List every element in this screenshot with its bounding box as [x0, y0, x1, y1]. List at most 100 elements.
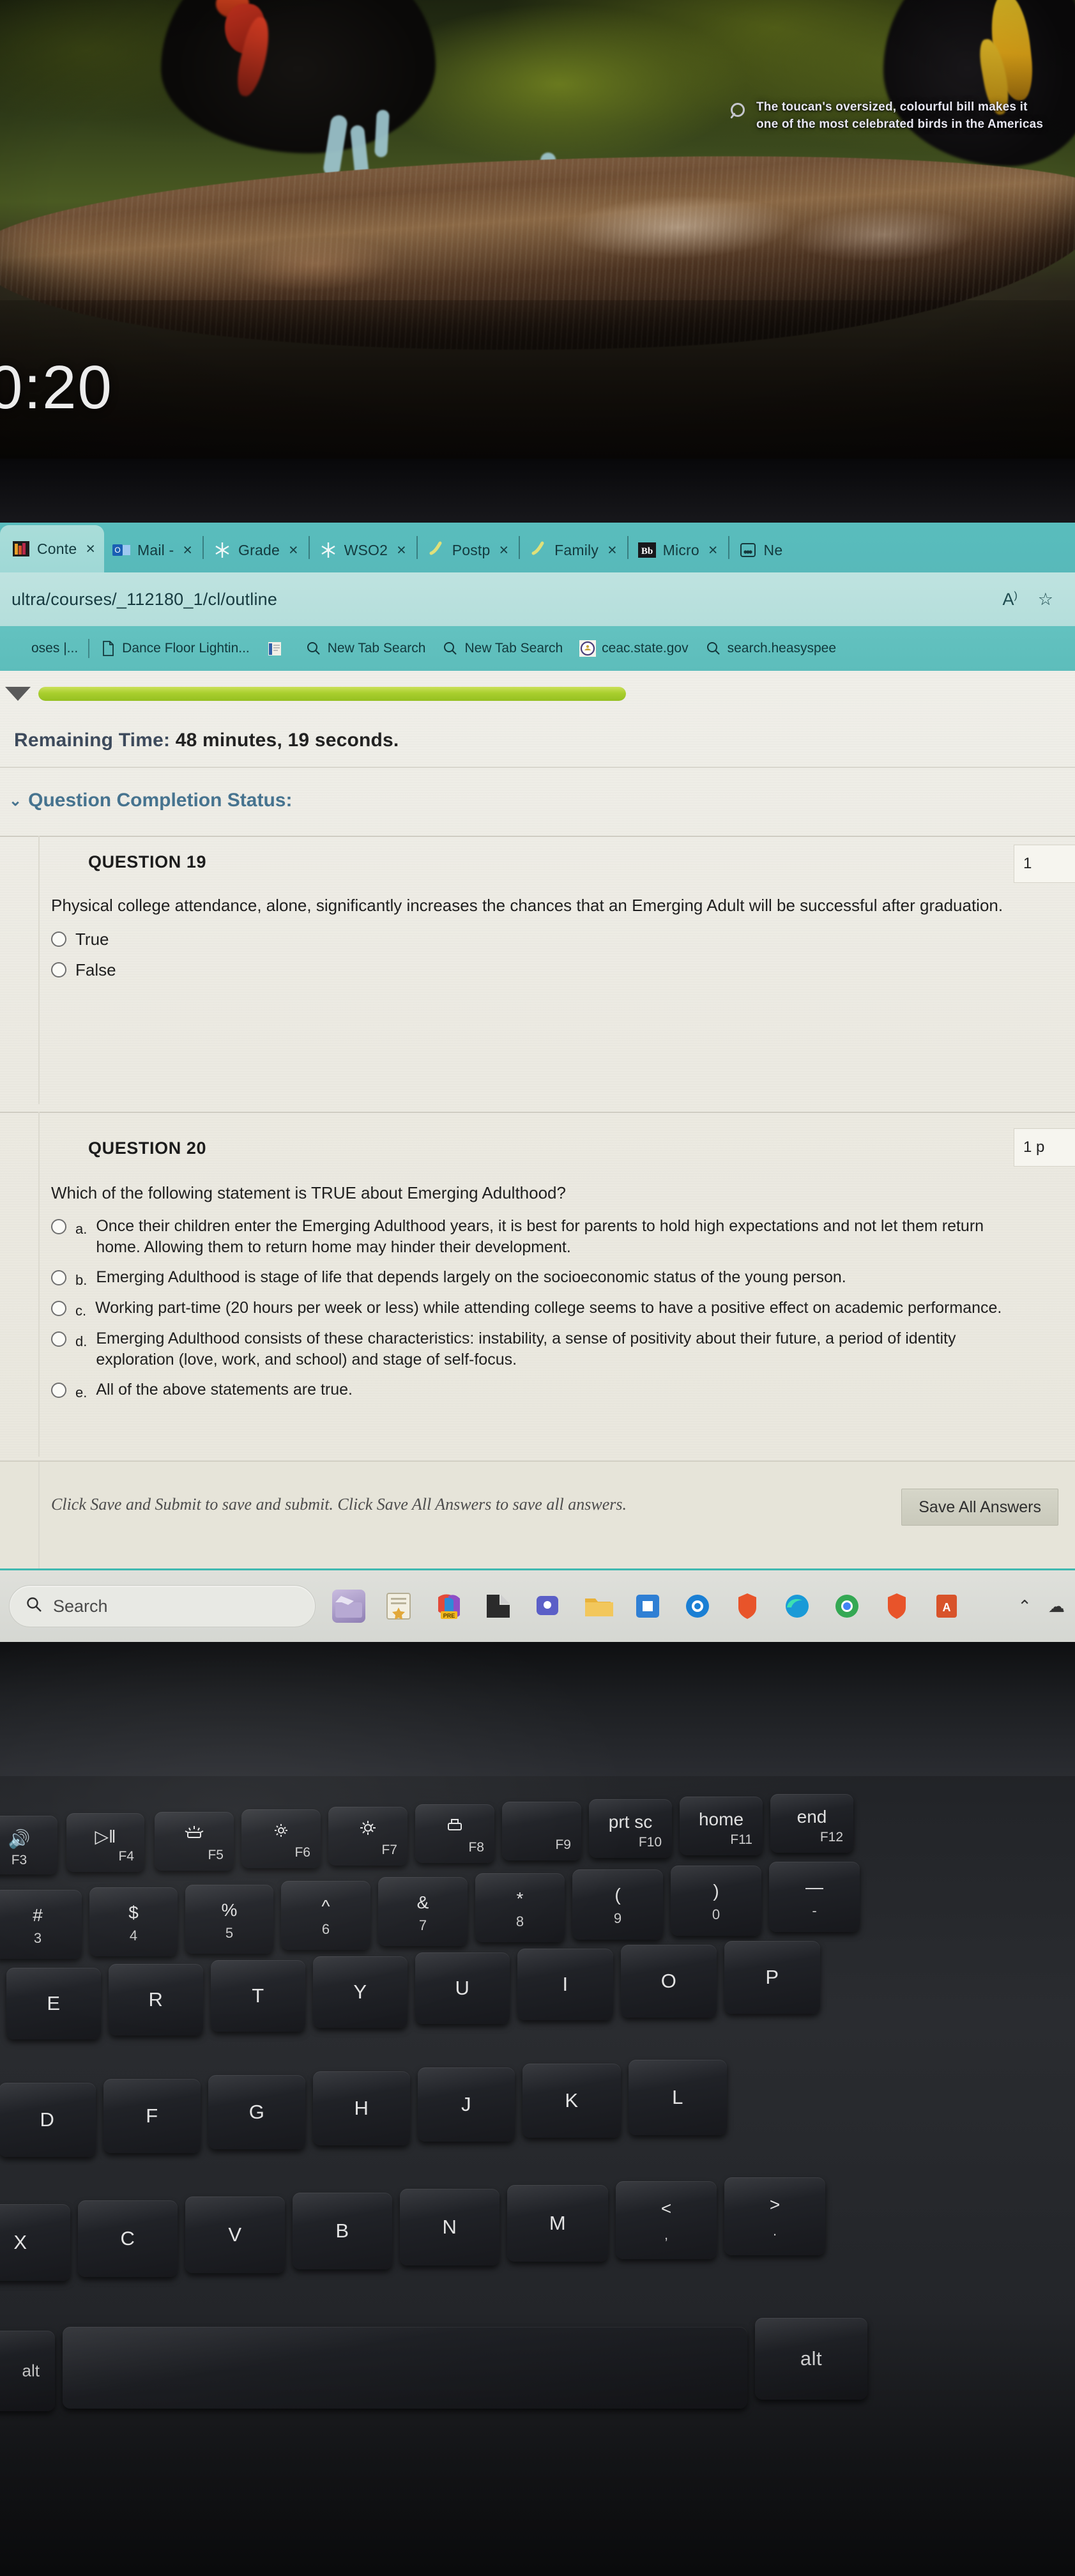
key-f[interactable]: F: [103, 2079, 201, 2153]
windows-spotlight-caption[interactable]: The toucan's oversized, colourful bill m…: [728, 99, 1048, 134]
key-3[interactable]: # 3: [0, 1890, 82, 1959]
option-20-a[interactable]: a. Once their children enter the Emergin…: [51, 1216, 1009, 1258]
key-space[interactable]: [63, 2327, 747, 2409]
edge-icon[interactable]: [781, 1590, 814, 1623]
key-b[interactable]: B: [293, 2193, 392, 2269]
bookmark-0[interactable]: oses |...: [3, 640, 84, 657]
option-20-c[interactable]: c. Working part-time (20 hours per week …: [51, 1298, 1009, 1319]
radio-button[interactable]: [51, 962, 66, 978]
radio-button[interactable]: [51, 1331, 66, 1347]
key-c[interactable]: C: [78, 2200, 178, 2277]
teams-icon[interactable]: [531, 1590, 565, 1623]
browser-tab-5[interactable]: Family ×: [521, 528, 626, 572]
key-n[interactable]: N: [400, 2189, 499, 2266]
key-8[interactable]: * 8: [475, 1873, 565, 1942]
taskbar-search-box[interactable]: Search: [9, 1585, 316, 1627]
option-20-d[interactable]: d. Emerging Adulthood consists of these …: [51, 1328, 1009, 1370]
key-6[interactable]: ^ 6: [281, 1881, 370, 1950]
star-icon[interactable]: ☆: [1038, 590, 1053, 610]
cloud-icon[interactable]: ☁: [1048, 1597, 1065, 1616]
key-y[interactable]: Y: [313, 1956, 408, 2028]
tab-close-icon-2[interactable]: ×: [289, 541, 298, 560]
key-alt-right[interactable]: alt: [755, 2318, 867, 2400]
radio-button[interactable]: [51, 1219, 66, 1235]
browser-tab-7[interactable]: Ne: [731, 528, 792, 572]
chevron-down-icon[interactable]: [5, 687, 31, 701]
key-f12[interactable]: end F12: [770, 1794, 853, 1853]
key-g[interactable]: G: [208, 2075, 305, 2149]
tab-close-icon-5[interactable]: ×: [607, 541, 617, 560]
acrobat-icon[interactable]: A: [930, 1590, 963, 1623]
key-f7[interactable]: F7: [328, 1807, 408, 1866]
bookmark-4[interactable]: New Tab Search: [436, 640, 569, 657]
notes-icon[interactable]: [382, 1590, 415, 1623]
tab-close-icon-3[interactable]: ×: [397, 541, 406, 560]
key-f11[interactable]: home F11: [680, 1797, 763, 1855]
save-all-answers-button[interactable]: Save All Answers: [901, 1489, 1058, 1526]
key-i[interactable]: I: [517, 1949, 613, 2020]
key-f8[interactable]: F8: [415, 1804, 494, 1863]
key-minus[interactable]: — -: [769, 1862, 860, 1932]
key-9[interactable]: ( 9: [572, 1869, 663, 1940]
key-7[interactable]: & 7: [378, 1877, 468, 1946]
key-4[interactable]: $ 4: [89, 1887, 178, 1956]
option-20-b[interactable]: b. Emerging Adulthood is stage of life t…: [51, 1267, 1009, 1289]
key-h[interactable]: H: [313, 2071, 410, 2145]
store-icon[interactable]: [631, 1590, 664, 1623]
browser-tab-0[interactable]: Conte ×: [0, 525, 104, 572]
key-0[interactable]: ) 0: [671, 1866, 761, 1936]
bookmark-6[interactable]: search.heasyspee: [699, 640, 842, 657]
key-l[interactable]: L: [629, 2060, 727, 2135]
browser-address-bar[interactable]: ultra/courses/_112180_1/cl/outline A) ☆: [0, 572, 1075, 626]
browser-tab-3[interactable]: WSO2 ×: [311, 528, 415, 572]
folder-icon[interactable]: [581, 1590, 614, 1623]
option-19-true[interactable]: True: [51, 928, 1009, 950]
key-m[interactable]: M: [507, 2185, 608, 2262]
key-f9[interactable]: F9: [502, 1802, 581, 1860]
key-alt-left[interactable]: alt: [0, 2331, 55, 2411]
browser-tab-1[interactable]: O Mail - ×: [104, 528, 201, 572]
question-completion-status[interactable]: ⌄ Question Completion Status:: [9, 790, 292, 811]
brave2-icon[interactable]: [880, 1590, 913, 1623]
tab-close-icon-4[interactable]: ×: [499, 541, 509, 560]
key-o[interactable]: O: [621, 1945, 717, 2018]
tab-close-icon-0[interactable]: ×: [86, 540, 95, 558]
bookmark-2[interactable]: [260, 640, 295, 657]
browser-tab-6[interactable]: Bb Micro ×: [630, 528, 727, 572]
radio-button[interactable]: [51, 1270, 66, 1286]
outlook-blue-icon[interactable]: [681, 1590, 714, 1623]
key-k[interactable]: K: [522, 2064, 621, 2138]
key-r[interactable]: R: [109, 1964, 203, 2035]
key-j[interactable]: J: [418, 2067, 515, 2142]
key-f4[interactable]: ▷‖ F4: [66, 1813, 144, 1872]
key-x[interactable]: X: [0, 2204, 70, 2281]
url-text[interactable]: ultra/courses/_112180_1/cl/outline: [11, 590, 992, 610]
radio-button[interactable]: [51, 1383, 66, 1399]
bookmark-3[interactable]: New Tab Search: [299, 640, 432, 657]
key-t[interactable]: T: [211, 1960, 305, 2032]
key-f5[interactable]: F5: [155, 1812, 234, 1871]
browser-tab-2[interactable]: Grade ×: [205, 528, 307, 572]
bookmark-5[interactable]: ceac.state.gov: [573, 640, 694, 657]
browser-tab-4[interactable]: Postp ×: [419, 528, 517, 572]
key-f6[interactable]: F6: [241, 1809, 321, 1868]
key-u[interactable]: U: [415, 1952, 510, 2024]
key-v[interactable]: V: [185, 2196, 285, 2273]
key-p[interactable]: P: [724, 1941, 820, 2014]
bookmark-1[interactable]: Dance Floor Lightin...: [93, 640, 256, 657]
explorer-icon[interactable]: [482, 1590, 515, 1623]
key-e[interactable]: E: [6, 1968, 101, 2039]
brave-icon[interactable]: [731, 1590, 764, 1623]
read-aloud-icon[interactable]: A): [1002, 590, 1017, 610]
chevron-up-icon[interactable]: ⌃: [1018, 1597, 1032, 1616]
clapperboard-icon[interactable]: [332, 1590, 365, 1623]
tab-close-icon-6[interactable]: ×: [708, 541, 718, 560]
key-f3[interactable]: 🔊 F3: [0, 1816, 57, 1874]
option-20-e[interactable]: e. All of the above statements are true.: [51, 1379, 1009, 1401]
office-icon[interactable]: PRE: [432, 1590, 465, 1623]
radio-button[interactable]: [51, 931, 66, 947]
key-5[interactable]: % 5: [185, 1885, 273, 1954]
key-period[interactable]: > .: [724, 2177, 825, 2255]
tab-close-icon-1[interactable]: ×: [183, 541, 192, 560]
chrome-icon[interactable]: [830, 1590, 864, 1623]
